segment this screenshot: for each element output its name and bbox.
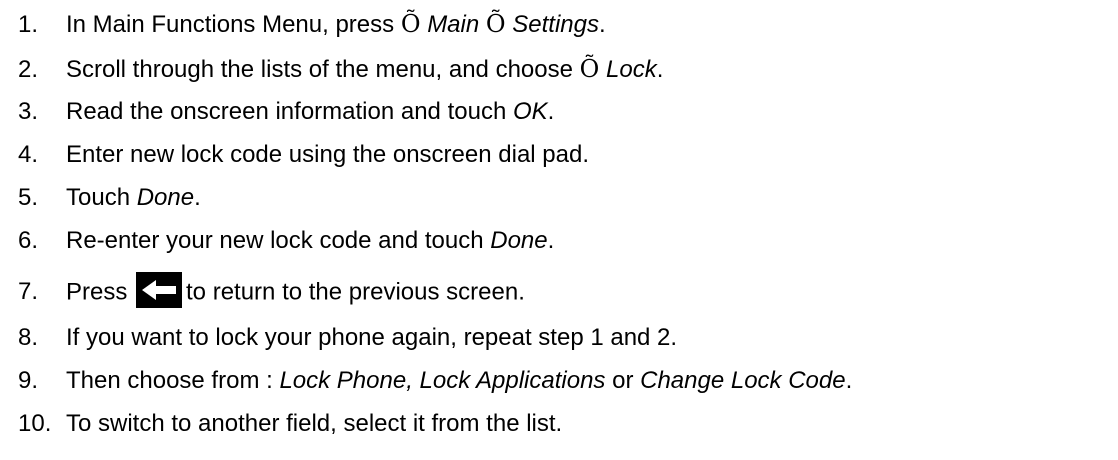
menu-arrow-glyph: Õ bbox=[485, 10, 506, 38]
step-text: To switch to another field, select it fr… bbox=[66, 410, 563, 437]
step-10: 10. To switch to another field, select it… bbox=[18, 410, 562, 438]
step-number: 10. bbox=[18, 410, 52, 437]
button-ref-done: Done bbox=[490, 227, 548, 254]
step-number: 7. bbox=[18, 278, 39, 306]
step-3: 3. Read the onscreen information and touc… bbox=[18, 98, 555, 125]
step-text: Scroll through the lists of the menu, an… bbox=[66, 56, 580, 83]
menu-arrow-glyph: Õ bbox=[400, 10, 421, 38]
step-text: Press bbox=[66, 278, 135, 306]
step-text: Read the onscreen information and touch bbox=[66, 98, 513, 125]
step-4: 4. Enter new lock code using the onscreen… bbox=[18, 141, 589, 169]
option-change-lock-code: Change Lock Code bbox=[640, 367, 846, 394]
step-text: Enter new lock code using the onscreen d… bbox=[66, 141, 589, 168]
step-5: 5. Touch Done. bbox=[18, 184, 201, 211]
step-number: 1. bbox=[18, 11, 39, 38]
step-9: 9. Then choose from : Lock Phone, Lock Ap… bbox=[18, 367, 853, 394]
step-2: 2. Scroll through the lists of the menu, … bbox=[18, 55, 664, 83]
step-6: 6. Re-enter your new lock code and touch … bbox=[18, 227, 555, 254]
step-text: Re-enter your new lock code and touch bbox=[66, 227, 491, 254]
step-number: 9. bbox=[18, 367, 39, 394]
button-ref-done: Done bbox=[136, 184, 195, 211]
step-text: If you want to lock your phone again, re… bbox=[66, 324, 678, 351]
step-number: 8. bbox=[18, 324, 39, 351]
step-number: 4. bbox=[18, 141, 39, 168]
step-number: 5. bbox=[18, 184, 39, 211]
step-8: 8. If you want to lock your phone again, … bbox=[18, 324, 677, 352]
step-number: 3. bbox=[18, 98, 39, 125]
step-number: 2. bbox=[18, 56, 39, 83]
step-1: 1. In Main Functions Menu, press Õ Main Õ… bbox=[18, 10, 606, 38]
menu-path-settings: Settings bbox=[512, 11, 599, 38]
step-text: Then choose from : bbox=[66, 367, 280, 394]
menu-path-main: Main bbox=[427, 11, 480, 38]
menu-item-lock: Lock bbox=[606, 56, 657, 83]
step-7: 7. Press to return to the previous screen… bbox=[18, 272, 525, 308]
step-text: In Main Functions Menu, press bbox=[66, 11, 401, 38]
menu-arrow-glyph: Õ bbox=[579, 55, 600, 83]
button-ref-ok: OK bbox=[512, 98, 548, 125]
step-text: Touch bbox=[66, 184, 137, 211]
step-number: 6. bbox=[18, 227, 39, 254]
option-list: Lock Phone, Lock Applications bbox=[279, 367, 606, 394]
back-arrow-icon bbox=[136, 272, 183, 308]
instruction-list: 1. In Main Functions Menu, press Õ Main Õ… bbox=[0, 0, 1118, 460]
